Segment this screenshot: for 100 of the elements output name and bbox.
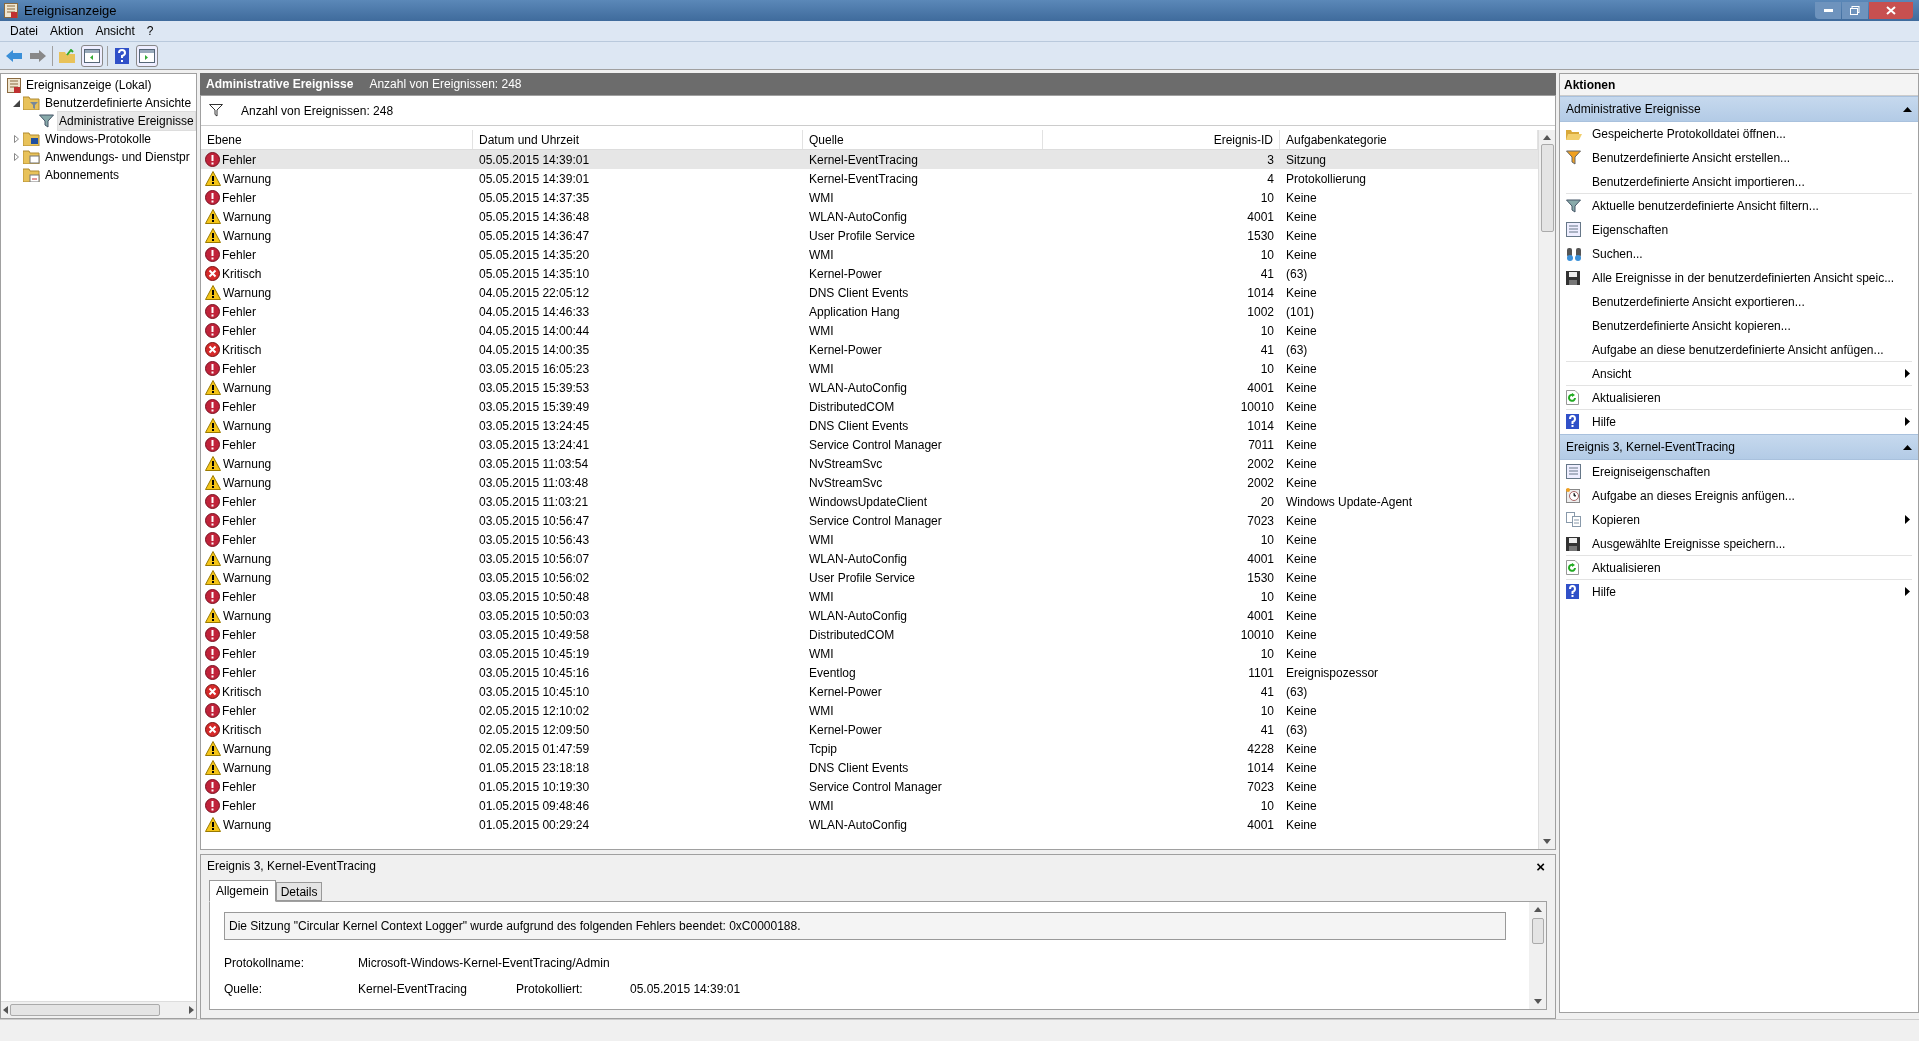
menu-item[interactable]: ?	[140, 21, 160, 41]
action-item[interactable]: Ausgewählte Ereignisse speichern...	[1566, 532, 1912, 556]
tree-item[interactable]: Anwendungs- und Dienstpr	[43, 147, 192, 167]
table-row[interactable]: Warnung 03.05.2015 13:24:45 DNS Client Events 1014 Keine	[201, 416, 1538, 435]
scrollbar-thumb[interactable]	[1540, 144, 1554, 232]
action-item[interactable]: Aktualisieren	[1566, 556, 1912, 580]
scrollbar-thumb[interactable]	[10, 1004, 160, 1016]
binoculars-icon	[1566, 246, 1582, 261]
table-row[interactable]: Warnung 03.05.2015 11:03:48 NvStreamSvc 2002 Keine	[201, 473, 1538, 492]
action-item[interactable]: Aktualisieren	[1566, 386, 1912, 410]
action-item[interactable]: Ereigniseigenschaften	[1566, 460, 1912, 484]
tab[interactable]: Allgemein	[209, 880, 276, 902]
tree-item[interactable]: Abonnements	[43, 165, 122, 185]
table-row[interactable]: Fehler 04.05.2015 14:46:33 Application Hang 1002 (101)	[201, 302, 1538, 321]
table-row[interactable]: Fehler 05.05.2015 14:37:35 WMI 10 Keine	[201, 188, 1538, 207]
table-row[interactable]: Fehler 03.05.2015 15:39:49 DistributedCOM 10010 Keine	[201, 397, 1538, 416]
section-header[interactable]: Administrative Ereignisse	[1560, 96, 1918, 122]
tree-item[interactable]: Windows-Protokolle	[43, 129, 154, 149]
pane-title: Administrative Ereignisse	[206, 76, 354, 93]
table-row[interactable]: Warnung 05.05.2015 14:36:48 WLAN-AutoConfig 4001 Keine	[201, 207, 1538, 226]
action-item[interactable]: Eigenschaften	[1566, 218, 1912, 242]
table-row[interactable]: Fehler 01.05.2015 09:48:46 WMI 10 Keine	[201, 796, 1538, 815]
table-row[interactable]: Warnung 04.05.2015 22:05:12 DNS Client Events 1014 Keine	[201, 283, 1538, 302]
action-item[interactable]: Suchen...	[1566, 242, 1912, 266]
table-row[interactable]: Fehler 05.05.2015 14:39:01 Kernel-EventTracing 3 Sitzung	[201, 150, 1538, 169]
table-cell-text: 41	[1260, 721, 1274, 739]
table-row[interactable]: Fehler 03.05.2015 11:03:21 WindowsUpdateClient 20 Windows Update-Agent	[201, 492, 1538, 511]
action-item[interactable]: Aktuelle benutzerdefinierte Ansicht filtern...	[1566, 194, 1912, 218]
table-row[interactable]: Fehler 01.05.2015 10:19:30 Service Control Manager 7023 Keine	[201, 777, 1538, 796]
table-row[interactable]: Fehler 03.05.2015 10:45:16 Eventlog 1101 Ereignispozessor	[201, 663, 1538, 682]
action-item[interactable]: Aufgabe an diese benutzerdefinierte Ansicht anfügen...	[1566, 338, 1912, 362]
table-row[interactable]: Fehler 03.05.2015 16:05:23 WMI 10 Keine	[201, 359, 1538, 378]
table-cell: 03.05.2015 11:03:48	[479, 475, 589, 490]
table-row[interactable]: Fehler 03.05.2015 10:50:48 WMI 10 Keine	[201, 587, 1538, 606]
table-row[interactable]: Warnung 05.05.2015 14:36:47 User Profile Service 1530 Keine	[201, 226, 1538, 245]
action-item[interactable]: Kopieren	[1566, 508, 1912, 532]
pane-toggle-button[interactable]	[81, 44, 103, 67]
table-cell-text: 7011	[1248, 436, 1274, 454]
scrollbar-thumb[interactable]	[1531, 918, 1544, 944]
table-row[interactable]: Kritisch 02.05.2015 12:09:50 Kernel-Power 41 (63)	[201, 720, 1538, 739]
action-item[interactable]: Benutzerdefinierte Ansicht exportieren...	[1566, 290, 1912, 314]
action-item[interactable]: Benutzerdefinierte Ansicht importieren...	[1566, 170, 1912, 194]
action-item[interactable]: Benutzerdefinierte Ansicht erstellen...	[1566, 146, 1912, 170]
action-item[interactable]: Hilfe	[1566, 410, 1912, 434]
action-item[interactable]: Benutzerdefinierte Ansicht kopieren...	[1566, 314, 1912, 338]
table-row[interactable]: Fehler 03.05.2015 10:45:19 WMI 10 Keine	[201, 644, 1538, 663]
table-cell: WindowsUpdateClient	[809, 494, 928, 509]
table-row[interactable]: Fehler 05.05.2015 14:35:20 WMI 10 Keine	[201, 245, 1538, 264]
table-cell: 03.05.2015 10:56:43	[479, 532, 590, 547]
tree-item[interactable]: Ereignisanzeige (Lokal)	[24, 75, 154, 95]
tree-item[interactable]: Benutzerdefinierte Ansichte	[43, 93, 194, 113]
column-header[interactable]: Ereignis-ID	[1043, 130, 1280, 149]
table-row[interactable]: Warnung 03.05.2015 10:50:03 WLAN-AutoConfig 4001 Keine	[201, 606, 1538, 625]
table-cell: (63)	[1286, 684, 1308, 699]
action-item[interactable]: Hilfe	[1566, 580, 1912, 604]
vertical-scrollbar[interactable]	[1538, 130, 1555, 849]
close-button[interactable]: ×	[1532, 858, 1549, 874]
table-cell: 03.05.2015 10:45:19	[479, 646, 590, 661]
table-cell: WMI	[809, 247, 834, 262]
table-cell-text: Warnung	[223, 759, 272, 777]
table-row[interactable]: Warnung 01.05.2015 00:29:24 WLAN-AutoConfig 4001 Keine	[201, 815, 1538, 834]
tree-item[interactable]: Administrative Ereignisse	[57, 111, 196, 131]
table-row[interactable]: Kritisch 04.05.2015 14:00:35 Kernel-Power 41 (63)	[201, 340, 1538, 359]
horizontal-scrollbar[interactable]	[1, 1001, 196, 1018]
action-item[interactable]: Alle Ereignisse in der benutzerdefinierten Ansicht speic...	[1566, 266, 1912, 290]
table-row[interactable]: Warnung 01.05.2015 23:18:18 DNS Client Events 1014 Keine	[201, 758, 1538, 777]
table-row[interactable]: Fehler 04.05.2015 14:00:44 WMI 10 Keine	[201, 321, 1538, 340]
action-item[interactable]: Ansicht	[1566, 362, 1912, 386]
column-header[interactable]: Ebene	[201, 130, 473, 149]
table-row[interactable]: Kritisch 05.05.2015 14:35:10 Kernel-Power 41 (63)	[201, 264, 1538, 283]
table-row[interactable]: Warnung 03.05.2015 11:03:54 NvStreamSvc 2002 Keine	[201, 454, 1538, 473]
minimize-button[interactable]	[1815, 2, 1841, 19]
close-button[interactable]	[1869, 2, 1913, 19]
table-row[interactable]: Fehler 03.05.2015 10:56:47 Service Control Manager 7023 Keine	[201, 511, 1538, 530]
table-row[interactable]: Warnung 05.05.2015 14:39:01 Kernel-EventTracing 4 Protokollierung	[201, 169, 1538, 188]
table-row[interactable]: Fehler 03.05.2015 10:49:58 DistributedCOM 10010 Keine	[201, 625, 1538, 644]
tab[interactable]: Details	[275, 882, 323, 901]
menu-item[interactable]: Datei	[4, 21, 44, 41]
action-item[interactable]: Gespeicherte Protokolldatei öffnen...	[1566, 122, 1912, 146]
table-row[interactable]: Warnung 02.05.2015 01:47:59 Tcpip 4228 Keine	[201, 739, 1538, 758]
table-cell-text: 10010	[1240, 398, 1274, 416]
column-header[interactable]: Datum und Uhrzeit	[473, 130, 803, 149]
maximize-button[interactable]	[1842, 2, 1868, 19]
action-item[interactable]: Aufgabe an dieses Ereignis anfügen...	[1566, 484, 1912, 508]
table-cell: Keine	[1286, 779, 1317, 794]
help-button[interactable]	[112, 45, 132, 66]
table-row[interactable]: Fehler 03.05.2015 10:56:43 WMI 10 Keine	[201, 530, 1538, 549]
action-pane-button[interactable]	[136, 44, 158, 67]
table-row[interactable]: Warnung 03.05.2015 10:56:07 WLAN-AutoConfig 4001 Keine	[201, 549, 1538, 568]
menu-item[interactable]: Ansicht	[89, 21, 141, 41]
section-header[interactable]: Ereignis 3, Kernel-EventTracing	[1560, 434, 1918, 460]
table-row[interactable]: Kritisch 03.05.2015 10:45:10 Kernel-Power 41 (63)	[201, 682, 1538, 701]
table-row[interactable]: Fehler 03.05.2015 13:24:41 Service Control Manager 7011 Keine	[201, 435, 1538, 454]
vertical-scrollbar[interactable]	[1529, 902, 1546, 1009]
menu-item[interactable]: Aktion	[44, 21, 90, 41]
table-row[interactable]: Warnung 03.05.2015 15:39:53 WLAN-AutoConfig 4001 Keine	[201, 378, 1538, 397]
submenu-arrow-icon	[1905, 369, 1910, 378]
column-header[interactable]: Quelle	[803, 130, 1043, 149]
table-row[interactable]: Warnung 03.05.2015 10:56:02 User Profile Service 1530 Keine	[201, 568, 1538, 587]
table-row[interactable]: Fehler 02.05.2015 12:10:02 WMI 10 Keine	[201, 701, 1538, 720]
